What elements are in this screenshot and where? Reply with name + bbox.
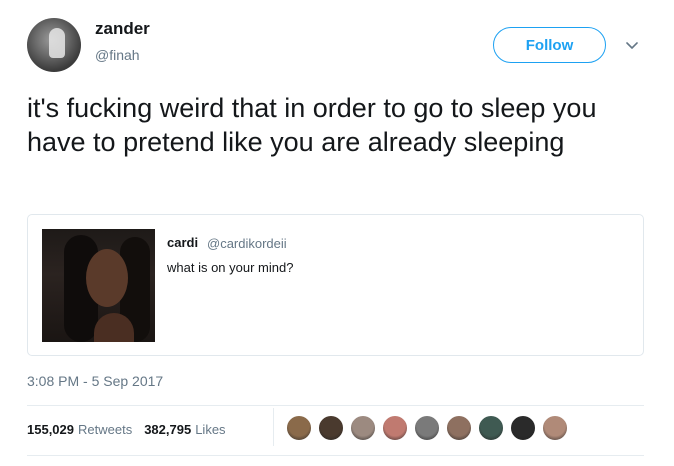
quoted-tweet-image [42,229,155,342]
likes-count: 382,795 [144,422,192,437]
quoted-tweet-card[interactable]: cardi @cardikordeii what is on your mind… [27,214,644,356]
liker-avatar-8[interactable] [510,415,536,441]
liker-avatar-9[interactable] [542,415,568,441]
quoted-text: what is on your mind? [167,260,294,275]
liker-avatar-5[interactable] [414,415,440,441]
retweets-count: 155,029 [27,422,74,437]
divider [27,455,644,456]
follow-button[interactable]: Follow [493,27,606,63]
liker-avatar-4[interactable] [382,415,408,441]
likes-stat[interactable]: 382,795 Likes [144,422,225,437]
tweet-timestamp[interactable]: 3:08 PM - 5 Sep 2017 [27,373,163,389]
engagement-stats: 155,029 Retweets 382,795 Likes [27,422,226,437]
quoted-display-name: cardi [167,235,199,250]
liker-avatar-6[interactable] [446,415,472,441]
likes-label: Likes [195,422,226,437]
author-handle[interactable]: @finah [95,47,140,63]
divider [27,405,644,406]
liker-avatar-2[interactable] [318,415,344,441]
author-avatar[interactable] [27,18,81,72]
retweets-label: Retweets [78,422,133,437]
stats-separator [273,408,274,446]
retweets-stat[interactable]: 155,029 Retweets [27,422,132,437]
liker-avatar-7[interactable] [478,415,504,441]
chevron-down-icon[interactable] [624,37,640,53]
liker-avatars [286,415,568,441]
liker-avatar-1[interactable] [286,415,312,441]
author-display-name[interactable]: zander [95,19,150,39]
tweet-text: it's fucking weird that in order to go t… [27,93,597,157]
quoted-handle: @cardikordeii [207,236,287,251]
avatar-figure [49,28,65,58]
liker-avatar-3[interactable] [350,415,376,441]
